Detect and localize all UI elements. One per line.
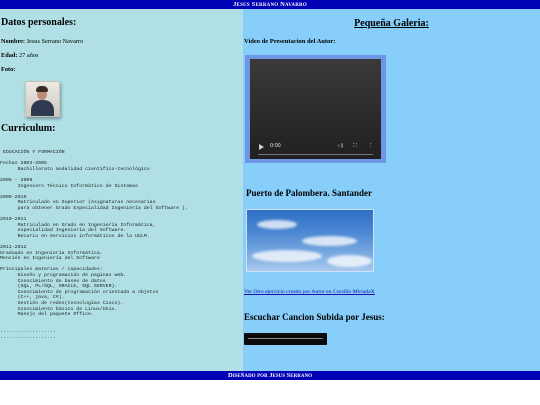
gallery-column: Pequeña Galeria: Video de Presentacion d…	[243, 9, 540, 371]
site-header: Jesus Serrano Navarro	[0, 0, 540, 9]
external-exercise-link[interactable]: Ver Otro ejercicio creado por Autor en C…	[244, 289, 375, 295]
age-row: Edad: 27 años	[1, 52, 38, 59]
photo-row: Foto:	[1, 66, 15, 73]
gallery-heading: Pequeña Galeria:	[354, 18, 429, 29]
video-label: Video de Presentacion del Autor:	[244, 38, 336, 45]
personal-column: Datos personales: Nombre: Jesus Serrano …	[0, 9, 243, 371]
name-row: Nombre: Jesus Serrano Navarro	[1, 38, 83, 45]
image-caption: Puerto de Palombera. Santander	[246, 188, 372, 198]
age-label: Edad:	[1, 52, 18, 59]
video-progress-bar[interactable]	[258, 154, 373, 155]
curriculum-heading: Curriculum:	[1, 123, 56, 134]
audio-player[interactable]	[244, 333, 327, 345]
site-footer: Diseñado por Jesus Serrano	[0, 371, 540, 380]
photo-label: Foto:	[1, 66, 16, 73]
audio-heading: Escuchar Cancion Subida por Jesus:	[244, 312, 385, 322]
author-photo	[25, 81, 60, 117]
name-value: Jesus Serrano Navarro	[26, 38, 84, 45]
more-options-icon[interactable]: ⋮	[368, 143, 374, 149]
personal-heading: Datos personales:	[1, 17, 77, 28]
video-time: 0:00	[270, 143, 281, 149]
site-title: Jesus Serrano Navarro	[233, 1, 307, 8]
audio-progress-bar[interactable]	[248, 338, 323, 339]
video-controls: 0:00 ◁) ⛶ ⋮	[250, 139, 381, 159]
volume-icon[interactable]: ◁)	[337, 143, 343, 149]
video-player[interactable]: 0:00 ◁) ⛶ ⋮	[250, 59, 381, 159]
name-label: Nombre:	[1, 38, 26, 45]
fullscreen-icon[interactable]: ⛶	[353, 143, 357, 150]
video-frame: 0:00 ◁) ⛶ ⋮	[245, 55, 386, 163]
age-value: 27 años	[19, 52, 39, 59]
play-icon[interactable]	[259, 144, 264, 150]
sky-photo[interactable]	[246, 209, 374, 272]
curriculum-text: EDUCACIÓN Y FORMACIÓN Fechas 2003-2005 B…	[0, 150, 188, 340]
footer-text: Diseñado por Jesus Serrano	[228, 372, 312, 379]
